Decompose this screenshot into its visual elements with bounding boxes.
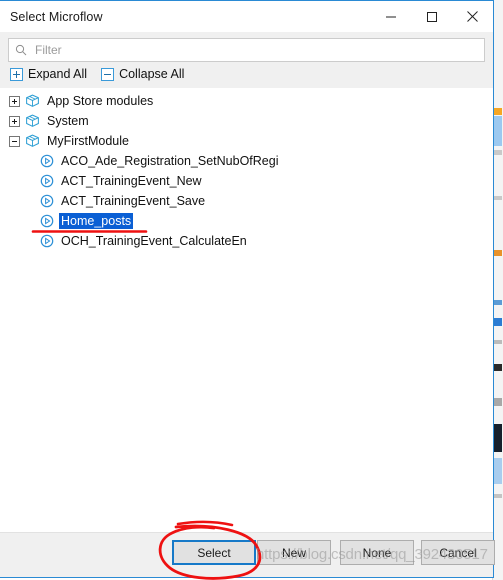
background-mark-gray-1 (494, 150, 502, 155)
select-button[interactable]: Select (172, 540, 256, 565)
plus-box-icon (10, 67, 23, 81)
tree-node-label: ACO_Ade_Registration_SetNubOfRegi (61, 154, 279, 168)
microflow-icon (40, 154, 54, 168)
select-microflow-dialog: Select Microflow Filter Expand All Colla… (0, 0, 495, 578)
maximize-icon (426, 11, 437, 22)
background-mark-blue-1 (494, 116, 502, 146)
tree-node[interactable]: App Store modules (0, 91, 493, 111)
collapse-all-label: Collapse All (119, 67, 185, 81)
tree-node-label: ACT_TrainingEvent_Save (61, 194, 206, 208)
background-mark-dark-1 (494, 364, 502, 371)
tree-node[interactable]: ACT_TrainingEvent_New (0, 171, 493, 191)
tree-node[interactable]: ACO_Ade_Registration_SetNubOfRegi (0, 151, 493, 171)
background-mark-dark-2 (494, 424, 502, 452)
microflow-icon (40, 174, 54, 188)
background-mark-gray-3 (494, 340, 502, 344)
background-mark-blue-2 (494, 300, 502, 305)
collapse-all-button[interactable]: Collapse All (101, 67, 184, 81)
tree-node-label: Home_posts (59, 213, 134, 229)
close-icon (467, 11, 478, 22)
microflow-icon (40, 234, 54, 248)
search-icon (15, 44, 27, 56)
expand-collapse-row: Expand All Collapse All (8, 62, 485, 84)
module-icon (25, 134, 40, 148)
dialog-footer: Select New None Cancel (0, 532, 495, 577)
minus-box-icon (101, 67, 115, 81)
filter-input[interactable] (33, 42, 478, 58)
minimize-icon (385, 16, 396, 17)
background-mark-gray-2 (494, 196, 502, 200)
tree-node[interactable]: Home_posts (0, 211, 493, 231)
window-title: Select Microflow (10, 9, 103, 24)
window-controls (370, 1, 493, 32)
maximize-button[interactable] (411, 1, 452, 32)
tree-node[interactable]: System (0, 111, 493, 131)
microflow-tree[interactable]: App Store modules System MyFirstModule ACO_… (0, 88, 493, 532)
tree-node[interactable]: OCH_TrainingEvent_CalculateEn (0, 231, 493, 251)
toolbar: Expand All Collapse All (0, 32, 493, 88)
module-icon (25, 94, 40, 108)
background-mark-gray-4 (494, 398, 502, 406)
expand-all-button[interactable]: Expand All (10, 67, 87, 81)
background-mark-gray-5 (494, 494, 502, 498)
background-mark-blue-4 (494, 458, 502, 484)
expander-plus-icon[interactable] (9, 115, 20, 127)
filter-box[interactable] (8, 38, 485, 62)
tree-node-label: MyFirstModule (47, 134, 129, 148)
cancel-button[interactable]: Cancel (421, 540, 495, 565)
tree-node[interactable]: MyFirstModule (0, 131, 493, 151)
tree-node-label: System (47, 114, 89, 128)
tree-node[interactable]: ACT_TrainingEvent_Save (0, 191, 493, 211)
module-icon (25, 114, 40, 128)
tree-node-label: OCH_TrainingEvent_CalculateEn (61, 234, 247, 248)
expand-all-label: Expand All (28, 67, 88, 81)
close-button[interactable] (452, 1, 493, 32)
title-bar[interactable]: Select Microflow (0, 1, 493, 32)
background-mark-orange-2 (494, 250, 502, 256)
microflow-icon (40, 214, 54, 228)
minimize-button[interactable] (370, 1, 411, 32)
background-mark-blue-3 (494, 318, 502, 326)
microflow-icon (40, 194, 54, 208)
new-button[interactable]: New (257, 540, 331, 565)
expander-minus-icon[interactable] (9, 135, 20, 147)
background-mark-orange-1 (494, 108, 502, 115)
tree-node-label: ACT_TrainingEvent_New (61, 174, 202, 188)
none-button[interactable]: None (340, 540, 414, 565)
tree-node-label: App Store modules (47, 94, 154, 108)
expander-plus-icon[interactable] (9, 95, 20, 107)
